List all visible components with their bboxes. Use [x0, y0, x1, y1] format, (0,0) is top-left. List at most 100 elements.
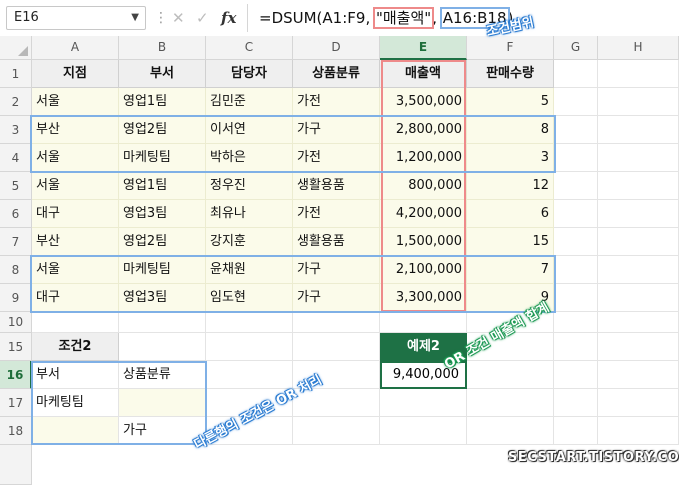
row-header-18[interactable]: 18: [0, 417, 32, 445]
table-cell[interactable]: 영업2팀: [119, 228, 206, 256]
row-header-1[interactable]: 1: [0, 60, 32, 88]
table-cell[interactable]: 가전: [293, 200, 380, 228]
grid-cell[interactable]: [206, 333, 293, 361]
grid-cell[interactable]: [467, 417, 554, 445]
criteria-cell[interactable]: 상품분류: [119, 361, 206, 389]
table-cell[interactable]: 영업3팀: [119, 200, 206, 228]
table-cell[interactable]: 서울: [32, 172, 119, 200]
grid-cell[interactable]: [598, 256, 679, 284]
grid-cell[interactable]: [206, 312, 293, 333]
column-header-b[interactable]: B: [119, 36, 206, 60]
formula-bar-splitter[interactable]: ⋮: [154, 10, 168, 26]
grid-cell[interactable]: [380, 389, 467, 417]
column-header-f[interactable]: F: [467, 36, 554, 60]
row-header-9[interactable]: 9: [0, 284, 32, 312]
row-header-15[interactable]: 15: [0, 333, 32, 361]
table-cell[interactable]: 3,300,000: [380, 284, 467, 312]
table-cell[interactable]: 가구: [293, 256, 380, 284]
grid-cell[interactable]: [598, 284, 679, 312]
table-cell[interactable]: 강지훈: [206, 228, 293, 256]
table-cell[interactable]: 서울: [32, 144, 119, 172]
grid-cell[interactable]: [598, 312, 679, 333]
table-cell[interactable]: 임도현: [206, 284, 293, 312]
grid-cell[interactable]: [598, 200, 679, 228]
name-box[interactable]: E16 ▼: [6, 6, 146, 30]
row-header-10[interactable]: 10: [0, 312, 32, 333]
table-cell[interactable]: 대구: [32, 284, 119, 312]
grid-cell[interactable]: [598, 361, 679, 389]
table-cell[interactable]: 3,500,000: [380, 88, 467, 116]
formula-input[interactable]: =DSUM(A1:F9, "매출액", A16:B18): [259, 6, 513, 30]
table-cell[interactable]: 가구: [293, 284, 380, 312]
grid-cell[interactable]: [119, 312, 206, 333]
grid-cell[interactable]: [554, 200, 598, 228]
table-cell[interactable]: 영업2팀: [119, 116, 206, 144]
grid-cell[interactable]: [554, 361, 598, 389]
table-cell[interactable]: 4,200,000: [380, 200, 467, 228]
grid-cell[interactable]: [554, 312, 598, 333]
table-cell[interactable]: 1,500,000: [380, 228, 467, 256]
criteria-cell[interactable]: [119, 389, 206, 417]
row-header-16[interactable]: 16: [0, 361, 32, 389]
table-cell[interactable]: 영업1팀: [119, 88, 206, 116]
column-header-g[interactable]: G: [554, 36, 598, 60]
table-cell[interactable]: 최유나: [206, 200, 293, 228]
table-cell[interactable]: 3: [467, 144, 554, 172]
table-cell[interactable]: 2,800,000: [380, 116, 467, 144]
table-cell[interactable]: 가구: [293, 116, 380, 144]
grid-cell[interactable]: [554, 228, 598, 256]
table-cell[interactable]: 박하은: [206, 144, 293, 172]
row-header-6[interactable]: 6: [0, 200, 32, 228]
grid-cell[interactable]: [554, 284, 598, 312]
grid-cell[interactable]: [598, 116, 679, 144]
check-icon[interactable]: ✓: [196, 6, 209, 30]
grid-cell[interactable]: [293, 417, 380, 445]
table-cell[interactable]: 정우진: [206, 172, 293, 200]
grid-cell[interactable]: [293, 333, 380, 361]
grid-cell[interactable]: [598, 144, 679, 172]
grid-cell[interactable]: [554, 417, 598, 445]
table-cell[interactable]: 생활용품: [293, 172, 380, 200]
table-cell[interactable]: 가전: [293, 144, 380, 172]
grid-cell[interactable]: [32, 312, 119, 333]
grid-cell[interactable]: [467, 361, 554, 389]
grid-cell[interactable]: [598, 88, 679, 116]
grid-cell[interactable]: [598, 228, 679, 256]
grid-cell[interactable]: [554, 172, 598, 200]
grid-cell[interactable]: [206, 361, 293, 389]
grid-cell[interactable]: [380, 417, 467, 445]
criteria-cell[interactable]: 부서: [32, 361, 119, 389]
chevron-down-icon[interactable]: ▼: [131, 7, 139, 29]
table-cell[interactable]: 마케팅팀: [119, 144, 206, 172]
grid-cell[interactable]: [598, 172, 679, 200]
select-all-corner[interactable]: [0, 36, 32, 60]
grid-cell[interactable]: [554, 60, 598, 88]
table-cell[interactable]: 서울: [32, 88, 119, 116]
table-cell[interactable]: 가전: [293, 88, 380, 116]
grid-cell[interactable]: [598, 333, 679, 361]
grid-cell[interactable]: [554, 333, 598, 361]
table-cell[interactable]: 이서연: [206, 116, 293, 144]
row-header-7[interactable]: 7: [0, 228, 32, 256]
grid-cell[interactable]: [467, 389, 554, 417]
grid-cell[interactable]: [554, 256, 598, 284]
column-header-d[interactable]: D: [293, 36, 380, 60]
table-cell[interactable]: 5: [467, 88, 554, 116]
column-header-e[interactable]: E: [380, 36, 467, 60]
table-cell[interactable]: 생활용품: [293, 228, 380, 256]
table-cell[interactable]: 김민준: [206, 88, 293, 116]
grid-cell[interactable]: [598, 60, 679, 88]
grid-cell[interactable]: [554, 389, 598, 417]
fx-icon[interactable]: fx: [221, 6, 236, 30]
criteria-cell[interactable]: [32, 417, 119, 445]
table-cell[interactable]: 800,000: [380, 172, 467, 200]
grid-cell[interactable]: [119, 333, 206, 361]
table-cell[interactable]: 영업1팀: [119, 172, 206, 200]
table-cell[interactable]: 1,200,000: [380, 144, 467, 172]
table-cell[interactable]: 12: [467, 172, 554, 200]
table-cell[interactable]: 서울: [32, 256, 119, 284]
table-cell[interactable]: 윤채원: [206, 256, 293, 284]
table-cell[interactable]: 대구: [32, 200, 119, 228]
grid-cell[interactable]: [554, 144, 598, 172]
table-cell[interactable]: 마케팅팀: [119, 256, 206, 284]
